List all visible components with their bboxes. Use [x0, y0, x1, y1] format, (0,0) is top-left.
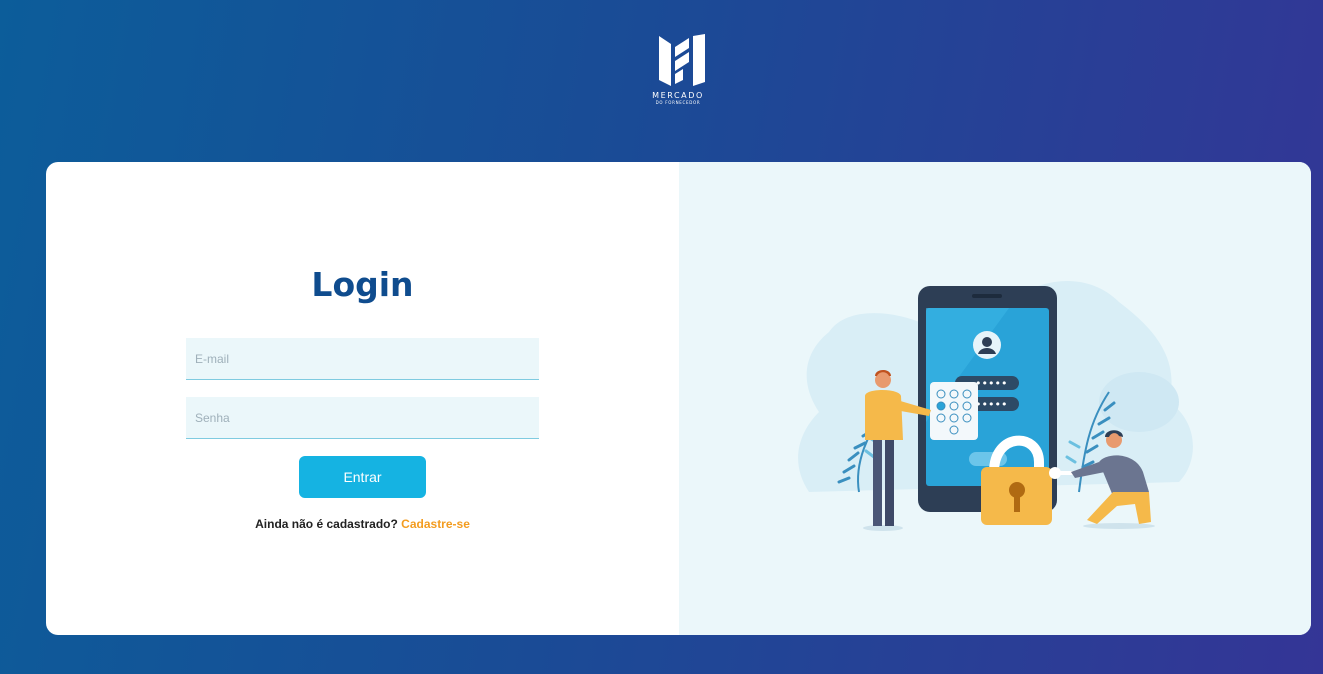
login-card: Login Entrar Ainda não é cadastrado? Cad…	[46, 162, 1311, 635]
password-mask-top: •••••	[975, 377, 1007, 390]
password-field[interactable]	[186, 397, 539, 439]
brand-subword: DO FORNECEDOR	[655, 100, 701, 105]
keypad-icon	[930, 382, 978, 440]
illustration-panel: ••••• •••••	[679, 162, 1311, 635]
login-button[interactable]: Entrar	[299, 456, 426, 498]
signup-prompt-text: Ainda não é cadastrado?	[255, 517, 398, 531]
mobile-security-illustration: ••••• •••••	[798, 280, 1193, 531]
brand-logo: MERCADO DO FORNECEDOR	[632, 30, 724, 122]
signup-prompt: Ainda não é cadastrado? Cadastre-se	[46, 517, 679, 531]
email-field[interactable]	[186, 338, 539, 380]
background-blob-small	[1099, 372, 1179, 432]
page-title: Login	[311, 265, 414, 304]
mf-monogram-logo-icon	[659, 34, 705, 86]
brand-wordmark: MERCADO	[652, 91, 704, 100]
login-form-panel: Login Entrar Ainda não é cadastrado? Cad…	[46, 162, 679, 635]
signup-link[interactable]: Cadastre-se	[401, 517, 470, 531]
password-mask-bottom: •••••	[975, 398, 1007, 411]
